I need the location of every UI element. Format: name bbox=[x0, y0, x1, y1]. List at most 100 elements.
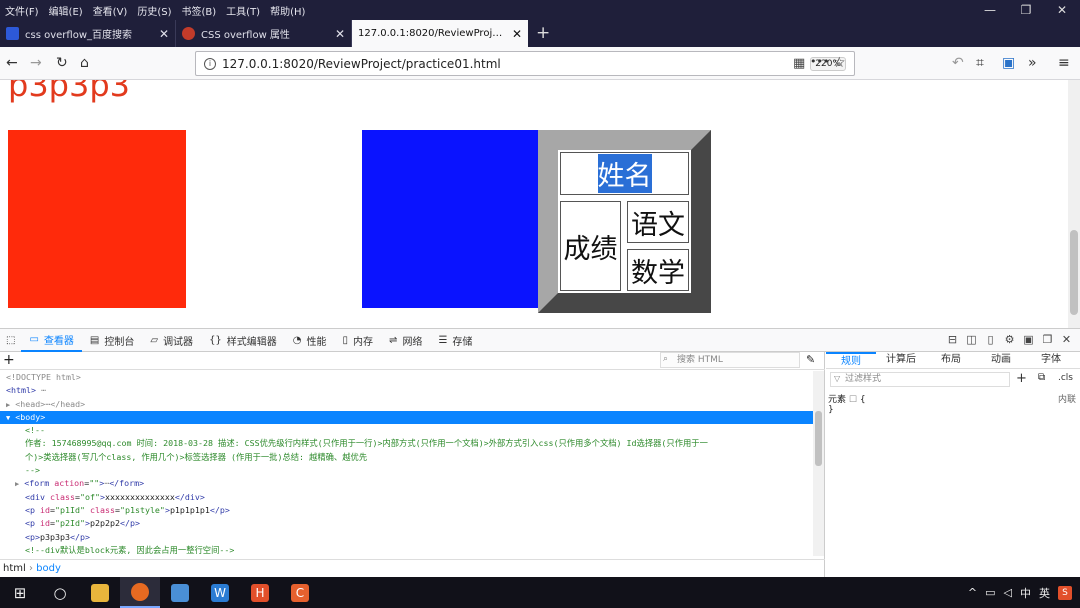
hbuilder-icon[interactable]: H bbox=[240, 577, 280, 608]
tab-layout[interactable]: 布局 bbox=[926, 352, 976, 368]
page-scrollbar[interactable] bbox=[1068, 80, 1080, 328]
markup-line[interactable]: <p id="p2Id">p2p2p2</p> bbox=[0, 517, 813, 530]
tray-expand-icon[interactable]: ^ bbox=[968, 586, 977, 599]
markup-line[interactable]: <html> ⋯ bbox=[0, 384, 813, 397]
url-text[interactable]: 127.0.0.1:8020/ReviewProject/practice01.… bbox=[222, 57, 788, 71]
tab-fonts[interactable]: 字体 bbox=[1026, 352, 1076, 368]
separate-window-icon[interactable]: ❐ bbox=[1038, 333, 1057, 346]
qr-code-icon[interactable]: ▦ bbox=[793, 56, 805, 71]
devtools-tab-debugger[interactable]: ▱ 调试器 bbox=[142, 329, 201, 352]
markup-line[interactable]: ▶ <head>⋯</head> bbox=[0, 398, 813, 411]
back-icon[interactable]: ← bbox=[6, 55, 18, 71]
responsive-mode-icon[interactable]: ▯ bbox=[981, 333, 1000, 346]
bookmark-star-icon[interactable]: ☆ bbox=[833, 55, 846, 71]
dock-side-icon[interactable]: ◫ bbox=[962, 333, 981, 346]
devtools-tab-network[interactable]: ⇌ 网络 bbox=[381, 329, 430, 352]
tab-animations[interactable]: 动画 bbox=[976, 352, 1026, 368]
cls-button[interactable]: .cls bbox=[1058, 373, 1073, 383]
devtools-tab-console[interactable]: ▤ 控制台 bbox=[82, 329, 142, 352]
markup-scrollbar[interactable] bbox=[813, 371, 824, 556]
page-actions-icon[interactable]: ••• bbox=[810, 55, 829, 68]
word-icon[interactable]: W bbox=[200, 577, 240, 608]
tab-css-overflow[interactable]: CSS overflow 属性 ✕ bbox=[176, 20, 352, 47]
split-console-icon[interactable]: ▣ bbox=[1019, 333, 1038, 346]
markup-line[interactable]: <div class="of">xxxxxxxxxxxxxx</div> bbox=[0, 491, 813, 504]
volume-tray-icon[interactable]: ◁ bbox=[1004, 586, 1012, 599]
add-rule-icon[interactable]: + bbox=[1016, 371, 1027, 386]
undo-icon[interactable]: ↶ bbox=[952, 55, 964, 71]
menu-tools[interactable]: 工具(T) bbox=[221, 3, 265, 18]
ime-lang-label[interactable]: 英 bbox=[1039, 585, 1050, 601]
menu-edit[interactable]: 编辑(E) bbox=[44, 3, 88, 18]
ime-chinese-icon[interactable]: 中 bbox=[1020, 585, 1031, 601]
search-html-input[interactable]: 搜索 HTML bbox=[660, 352, 800, 368]
tab-title: css overflow_百度搜索 bbox=[25, 30, 132, 41]
markup-line[interactable]: --> bbox=[0, 464, 813, 477]
hamburger-menu-icon[interactable]: ≡ bbox=[1058, 55, 1070, 71]
file-explorer-icon[interactable] bbox=[80, 577, 120, 608]
menu-bookmarks[interactable]: 书签(B) bbox=[177, 3, 222, 18]
tab-baidu[interactable]: css overflow_百度搜索 ✕ bbox=[0, 20, 176, 47]
markup-line[interactable]: 作者: 157468995@qq.com 时间: 2018-03-28 描述: … bbox=[0, 437, 813, 450]
new-tab-icon[interactable]: + bbox=[536, 20, 550, 47]
menu-help[interactable]: 帮助(H) bbox=[265, 3, 310, 18]
close-devtools-icon[interactable]: ✕ bbox=[1057, 333, 1076, 346]
tab-active-local[interactable]: 127.0.0.1:8020/ReviewProject/pr ✕ bbox=[352, 20, 528, 47]
close-tab-icon[interactable]: ✕ bbox=[512, 27, 522, 41]
expand-triangle-icon[interactable]: ▶ bbox=[6, 401, 10, 409]
restore-button[interactable]: ❐ bbox=[1008, 0, 1044, 20]
ellipsis-badge[interactable]: ⋯ bbox=[41, 385, 46, 395]
dock-bottom-icon[interactable]: ⊟ bbox=[943, 333, 962, 346]
add-node-icon[interactable]: + bbox=[3, 352, 15, 368]
site-info-icon[interactable]: i bbox=[204, 57, 216, 70]
reload-icon[interactable]: ↻ bbox=[56, 55, 68, 71]
markup-line[interactable]: <!-- bbox=[0, 424, 813, 437]
close-tab-icon[interactable]: ✕ bbox=[335, 27, 345, 41]
devtools-tab-style-editor[interactable]: {} 样式编辑器 bbox=[201, 329, 285, 352]
home-icon[interactable]: ⌂ bbox=[80, 55, 89, 71]
url-bar[interactable]: i 127.0.0.1:8020/ReviewProject/practice0… bbox=[195, 51, 855, 76]
markup-line[interactable]: <!--div默认是block元素, 因此会占用一整行空间--> bbox=[0, 544, 813, 556]
minimize-button[interactable]: — bbox=[972, 0, 1008, 20]
computer-icon[interactable] bbox=[160, 577, 200, 608]
markup-line[interactable]: <p>p3p3p3</p> bbox=[0, 531, 813, 544]
element-rule-toggle-icon[interactable]: ☐ bbox=[849, 395, 857, 405]
crop-icon[interactable]: ⌗ bbox=[976, 55, 984, 71]
menu-history[interactable]: 历史(S) bbox=[132, 3, 176, 18]
expand-triangle-icon[interactable]: ▶ bbox=[15, 480, 19, 488]
screenshot-icon[interactable]: ▣ bbox=[1002, 55, 1015, 71]
markup-line[interactable]: ▶ <form action="">⋯</form> bbox=[0, 477, 813, 490]
sogou-ime-icon[interactable]: S bbox=[1058, 585, 1072, 600]
eyedropper-icon[interactable]: ✎ bbox=[806, 353, 815, 366]
tab-rules[interactable]: 规则 bbox=[826, 352, 876, 368]
tab-computed[interactable]: 计算后 bbox=[876, 352, 926, 368]
close-tab-icon[interactable]: ✕ bbox=[159, 27, 169, 41]
windows-start-icon[interactable]: ⊞ bbox=[0, 577, 40, 608]
devtools-tab-storage[interactable]: ☰ 存储 bbox=[430, 329, 480, 352]
markup-line-selected[interactable]: ▼ <body> bbox=[0, 410, 813, 425]
filter-styles-input[interactable]: 过滤样式 bbox=[830, 372, 1010, 387]
markup-line[interactable]: <p id="p1Id" class="p1style">p1p1p1p1</p… bbox=[0, 504, 813, 517]
editor-app-icon[interactable]: C bbox=[280, 577, 320, 608]
collapse-triangle-icon[interactable]: ▼ bbox=[6, 414, 10, 422]
toggle-pseudo-class-icon[interactable]: ⧉ bbox=[1038, 372, 1045, 383]
close-window-button[interactable]: ✕ bbox=[1044, 0, 1080, 20]
devtools-settings-icon[interactable]: ⚙ bbox=[1000, 333, 1019, 346]
devtools-tab-inspector[interactable]: ▭ 查看器 bbox=[21, 329, 82, 352]
markup-scrollbar-thumb[interactable] bbox=[815, 411, 822, 466]
page-scrollbar-thumb[interactable] bbox=[1070, 230, 1078, 315]
search-circle-icon[interactable]: ○ bbox=[40, 577, 80, 608]
forward-icon[interactable]: → bbox=[30, 55, 42, 71]
firefox-icon[interactable] bbox=[120, 577, 160, 608]
breadcrumb-html[interactable]: html bbox=[3, 563, 26, 574]
breadcrumb-body[interactable]: body bbox=[36, 563, 61, 574]
devtools-tab-memory[interactable]: ▯ 内存 bbox=[335, 329, 382, 352]
markup-line[interactable]: 个)>类选择器(写几个class, 作用几个)>标签选择器 (作用于一批)总结:… bbox=[0, 451, 813, 464]
menu-view[interactable]: 查看(V) bbox=[88, 3, 133, 18]
markup-line[interactable]: <!DOCTYPE html> bbox=[0, 371, 813, 384]
menu-file[interactable]: 文件(F) bbox=[0, 3, 44, 18]
devtools-tab-performance[interactable]: ◔ 性能 bbox=[285, 329, 335, 352]
network-tray-icon[interactable]: ▭ bbox=[985, 586, 995, 599]
overflow-menu-icon[interactable]: » bbox=[1028, 55, 1037, 71]
pick-element-icon[interactable]: ⬚ bbox=[0, 329, 21, 352]
